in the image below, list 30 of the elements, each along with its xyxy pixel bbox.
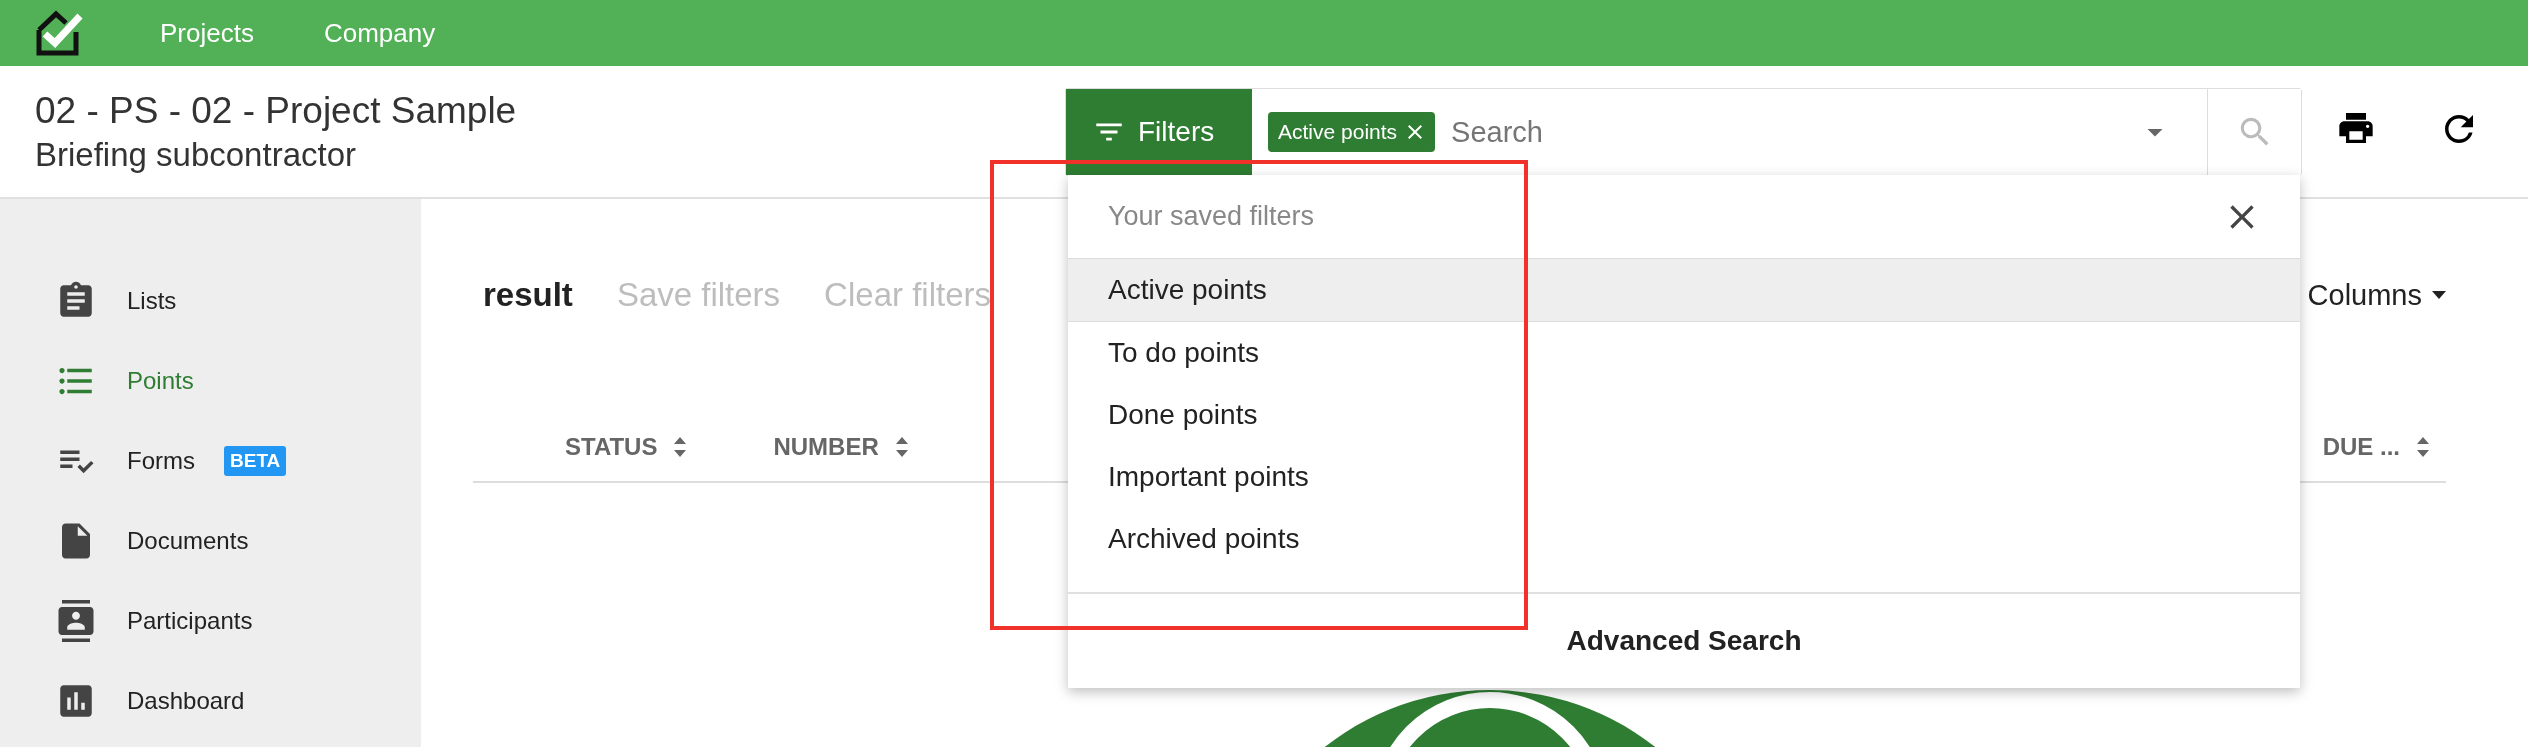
column-header[interactable]: STATUS bbox=[565, 433, 658, 461]
result-title: result bbox=[483, 276, 573, 314]
advanced-search-button[interactable]: Advanced Search bbox=[1068, 592, 2300, 688]
filter-chip[interactable]: Active points bbox=[1268, 112, 1436, 152]
columns-button[interactable]: Columns bbox=[2307, 278, 2446, 312]
column-header[interactable]: DUE ... bbox=[2322, 433, 2400, 461]
search-bar[interactable]: Filters Active points Search bbox=[1065, 88, 2302, 176]
logo-icon[interactable] bbox=[36, 10, 84, 56]
contact-card-icon bbox=[55, 600, 97, 642]
filters-button[interactable]: Filters bbox=[1066, 89, 1252, 175]
sidebar-item[interactable]: Lists bbox=[0, 283, 421, 319]
menu-item[interactable]: Important points bbox=[1068, 446, 2300, 508]
menu-heading: Your saved filters bbox=[1108, 201, 1316, 232]
sidebar-item[interactable]: Participants bbox=[0, 603, 421, 639]
sidebar-item[interactable]: Points bbox=[0, 363, 421, 399]
beta-badge: BETA bbox=[224, 446, 287, 476]
project-title: 02 - PS - 02 - Project Sample bbox=[35, 89, 517, 132]
sort-icon[interactable] bbox=[894, 436, 909, 458]
menu-item[interactable]: To do points bbox=[1068, 322, 2300, 384]
menu-item[interactable]: Archived points bbox=[1068, 508, 2300, 570]
project-subtitle: Briefing subcontractor bbox=[35, 135, 357, 174]
sidebar-item[interactable]: Dashboard bbox=[0, 683, 421, 719]
sidebar-item[interactable]: Forms BETA bbox=[0, 443, 421, 479]
menu-item[interactable]: Active points bbox=[1068, 259, 2300, 322]
sort-icon[interactable] bbox=[673, 436, 688, 458]
sort-icon[interactable] bbox=[2416, 436, 2430, 458]
column-header[interactable]: NUMBER bbox=[773, 433, 879, 461]
menu-item[interactable]: Done points bbox=[1068, 384, 2300, 446]
sidebar-item[interactable]: Documents bbox=[0, 523, 421, 559]
caret-icon bbox=[2432, 291, 2446, 299]
